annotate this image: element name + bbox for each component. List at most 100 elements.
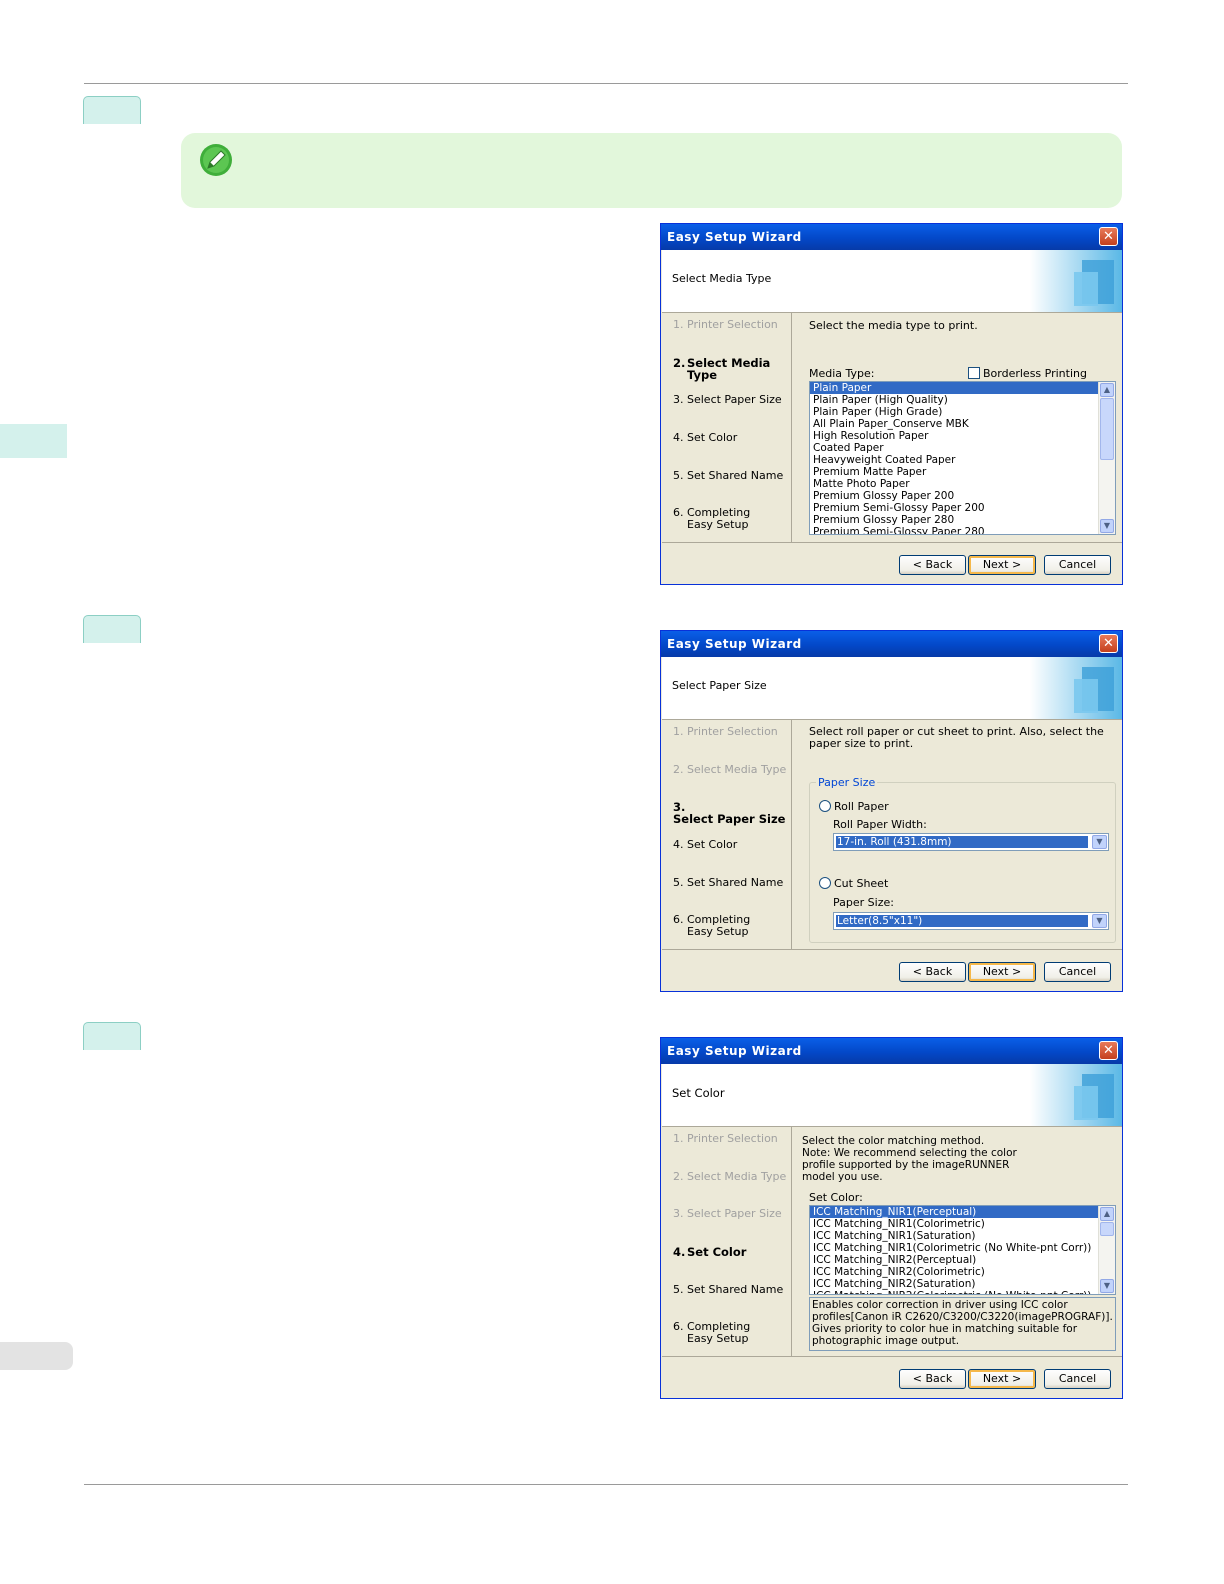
media-type-list-item[interactable]: Coated Paper (810, 442, 1099, 454)
media-type-list-item[interactable]: All Plain Paper_Conserve MBK (810, 418, 1099, 430)
media-list-scrollbar[interactable]: ▲ ▼ (1098, 382, 1115, 534)
roll-paper-width-label: Roll Paper Width: (833, 818, 927, 831)
media-type-list-item[interactable]: Premium Glossy Paper 280 (810, 514, 1099, 526)
step-select-paper-size: 3.Select Paper Size (673, 1207, 782, 1220)
media-type-list-item[interactable]: High Resolution Paper (810, 430, 1099, 442)
set-color-list-item[interactable]: ICC Matching_NIR2(Saturation) (810, 1278, 1099, 1290)
set-color-list-item[interactable]: ICC Matching_NIR2(Colorimetric (No White… (810, 1290, 1099, 1294)
back-button[interactable]: < Back (899, 555, 966, 575)
set-color-list[interactable]: ICC Matching_NIR1(Perceptual) ICC Matchin… (809, 1205, 1116, 1295)
step-set-color: 4. Set Color (673, 431, 738, 444)
scroll-up-icon[interactable]: ▲ (1100, 1207, 1114, 1221)
step-select-paper-size: 3.Select Paper Size (673, 393, 782, 406)
chevron-down-icon[interactable]: ▼ (1092, 835, 1107, 849)
media-type-label: Media Type: (809, 367, 875, 380)
instruction-text: Select the color matching method. Note: … (802, 1135, 1017, 1183)
instruction-text: Select roll paper or cut sheet to print.… (809, 725, 1104, 750)
step-select-media-type: 2. Select Media Type (673, 1170, 787, 1183)
borderless-printing-checkbox[interactable] (968, 367, 980, 379)
close-icon[interactable]: ✕ (1099, 634, 1118, 653)
step-set-shared-name: 5. Set Shared Name (673, 1283, 784, 1296)
set-color-list-item[interactable]: ICC Matching_NIR2(Colorimetric) (810, 1266, 1099, 1278)
step-printer-selection: 1. Printer Selection (673, 725, 778, 738)
step-select-media-type: 2. Select Media Type (673, 356, 771, 382)
step-set-color: 4. Set Color (673, 1245, 747, 1259)
wizard-steps: 1. Printer Selection 2. Select Media Type … (662, 720, 792, 949)
roll-paper-label[interactable]: Roll Paper (834, 800, 889, 813)
title-bar: Easy Setup Wizard ✕ (661, 224, 1122, 250)
header-title: Select Media Type (672, 272, 772, 285)
next-button[interactable]: Next > (968, 1369, 1036, 1389)
set-color-label: Set Color: (809, 1191, 863, 1204)
media-type-list-item[interactable]: Heavyweight Coated Paper (810, 454, 1099, 466)
paper-size-select[interactable]: Letter(8.5"x11") ▼ (833, 912, 1109, 930)
scroll-down-icon[interactable]: ▼ (1100, 1279, 1114, 1293)
close-icon[interactable]: ✕ (1099, 227, 1118, 246)
chevron-down-icon[interactable]: ▼ (1092, 914, 1107, 928)
step-marker-3 (83, 1022, 141, 1050)
scroll-up-icon[interactable]: ▲ (1100, 383, 1114, 397)
media-type-list-item[interactable]: Plain Paper (High Quality) (810, 394, 1099, 406)
media-type-list-item[interactable]: Plain Paper (810, 382, 1099, 394)
bottom-rule (84, 1484, 1128, 1485)
printer-art-icon (1030, 1064, 1122, 1126)
borderless-printing-label[interactable]: Borderless Printing (983, 367, 1087, 380)
cut-sheet-label[interactable]: Cut Sheet (834, 877, 888, 890)
close-icon[interactable]: ✕ (1099, 1041, 1118, 1060)
roll-paper-radio[interactable] (819, 800, 831, 812)
step-marker-1 (83, 96, 141, 124)
scroll-down-icon[interactable]: ▼ (1100, 519, 1114, 533)
step-select-paper-size: 3.Select Paper Size (673, 800, 786, 826)
roll-paper-width-value: 17-in. Roll (431.8mm) (836, 836, 1088, 848)
media-type-list-item[interactable]: Plain Paper (High Grade) (810, 406, 1099, 418)
scroll-thumb[interactable] (1100, 398, 1114, 460)
next-button[interactable]: Next > (968, 962, 1036, 982)
paper-size-group-label: Paper Size (816, 776, 878, 789)
cancel-button[interactable]: Cancel (1044, 962, 1111, 982)
printer-art-icon (1030, 250, 1122, 312)
step-printer-selection: 1. Printer Selection (673, 318, 778, 331)
step-completing: 6. Completing Easy Setup (673, 506, 751, 531)
color-description: Enables color correction in driver using… (809, 1297, 1116, 1351)
wizard-header: Select Paper Size (662, 657, 1122, 720)
color-list-scrollbar[interactable]: ▲ ▼ (1098, 1206, 1115, 1294)
wizard-footer: < Back Next > Cancel (662, 949, 1122, 991)
wizard-steps: 1. Printer Selection 2. Select Media Type … (662, 1127, 792, 1356)
cut-sheet-radio[interactable] (819, 877, 831, 889)
back-button[interactable]: < Back (899, 1369, 966, 1389)
cancel-button[interactable]: Cancel (1044, 555, 1111, 575)
set-color-list-item[interactable]: ICC Matching_NIR2(Perceptual) (810, 1254, 1099, 1266)
step-set-shared-name: 5. Set Shared Name (673, 469, 784, 482)
back-button[interactable]: < Back (899, 962, 966, 982)
next-button[interactable]: Next > (968, 555, 1036, 575)
wizard-header: Select Media Type (662, 250, 1122, 313)
title-bar: Easy Setup Wizard ✕ (661, 631, 1122, 657)
roll-paper-width-select[interactable]: 17-in. Roll (431.8mm) ▼ (833, 833, 1109, 851)
note-pencil-icon (200, 144, 232, 176)
dialog-title: Easy Setup Wizard (667, 230, 802, 244)
step-marker-2 (83, 615, 141, 643)
top-rule (84, 83, 1128, 84)
media-type-list-item[interactable]: Premium Semi-Glossy Paper 280 (810, 526, 1099, 534)
step-completing: 6. Completing Easy Setup (673, 913, 751, 938)
media-type-list-item[interactable]: Premium Semi-Glossy Paper 200 (810, 502, 1099, 514)
easy-setup-wizard-set-color: Easy Setup Wizard ✕ Set Color 1. Printer … (660, 1037, 1123, 1399)
step-printer-selection: 1. Printer Selection (673, 1132, 778, 1145)
media-type-list[interactable]: Plain Paper Plain Paper (High Quality) Pla… (809, 381, 1116, 535)
scroll-thumb[interactable] (1100, 1222, 1114, 1236)
paper-size-group: Paper Size Roll Paper Roll Paper Width: … (809, 776, 1116, 943)
media-type-list-item[interactable]: Premium Glossy Paper 200 (810, 490, 1099, 502)
set-color-list-item[interactable]: ICC Matching_NIR1(Colorimetric) (810, 1218, 1099, 1230)
cancel-button[interactable]: Cancel (1044, 1369, 1111, 1389)
title-bar: Easy Setup Wizard ✕ (661, 1038, 1122, 1064)
wizard-footer: < Back Next > Cancel (662, 542, 1122, 584)
step-completing: 6. Completing Easy Setup (673, 1320, 751, 1345)
set-color-list-item[interactable]: ICC Matching_NIR1(Saturation) (810, 1230, 1099, 1242)
paper-size-label: Paper Size: (833, 896, 894, 909)
wizard-steps: 1. Printer Selection 2. Select Media Type … (662, 313, 792, 542)
instruction-text: Select the media type to print. (809, 319, 978, 332)
media-type-list-item[interactable]: Premium Matte Paper (810, 466, 1099, 478)
set-color-list-item[interactable]: ICC Matching_NIR1(Perceptual) (810, 1206, 1099, 1218)
set-color-list-item[interactable]: ICC Matching_NIR1(Colorimetric (No White… (810, 1242, 1099, 1254)
media-type-list-item[interactable]: Matte Photo Paper (810, 478, 1099, 490)
